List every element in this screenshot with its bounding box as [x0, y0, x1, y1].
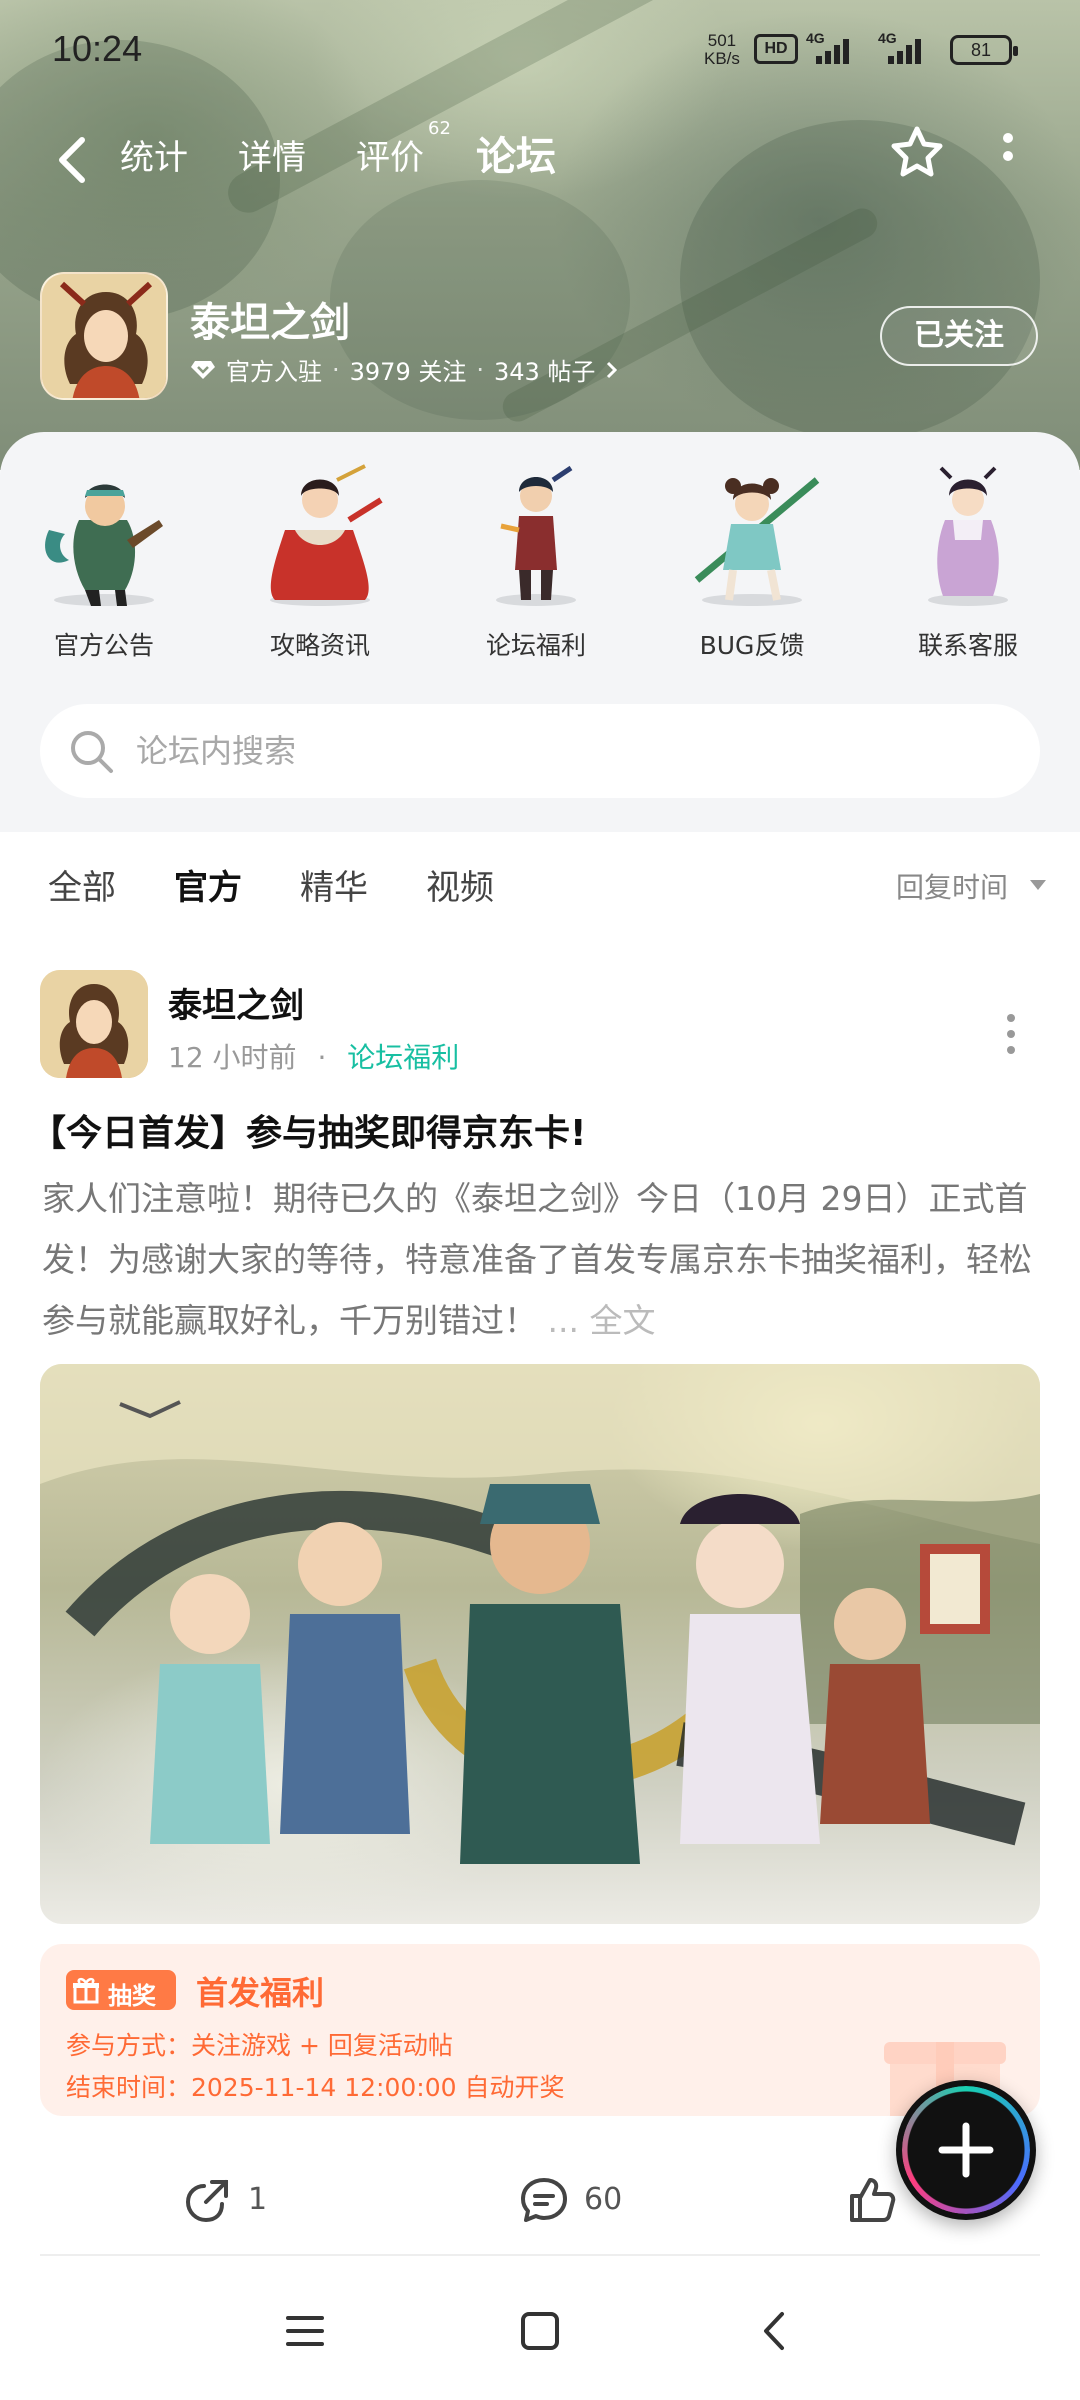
category-label: 联系客服	[917, 631, 1018, 660]
search-icon	[71, 731, 113, 773]
warrior-figure-icon	[45, 484, 163, 606]
back-icon[interactable]	[750, 2306, 800, 2356]
post-card[interactable]: 泰坦之剑 12 小时前 · 论坛福利 【今日首发】参与抽奖即得京东卡! 家人们注…	[0, 932, 1080, 2262]
swordsman-figure-icon	[496, 465, 576, 606]
tab-forum[interactable]: 论坛	[476, 124, 556, 182]
fairy-figure-icon	[928, 466, 1008, 606]
category-label: BUG反馈	[699, 631, 805, 660]
status-time: 10:24	[52, 28, 143, 69]
tab-stats[interactable]: 统计	[120, 130, 188, 179]
girl-spear-figure-icon	[694, 477, 820, 606]
post-title[interactable]: 【今日首发】参与抽奖即得京东卡!	[30, 1104, 586, 1156]
lottery-title: 首发福利	[196, 1974, 325, 2012]
follow-button[interactable]: 已关注	[880, 306, 1038, 366]
filter-tab-featured[interactable]: 精华	[300, 860, 368, 909]
verified-diamond-icon	[191, 360, 215, 379]
menu-icon[interactable]	[280, 2306, 330, 2356]
header-banner: 10:24 501 KB/s HD 4G 4G 81 统计 详情 评价 62 论…	[0, 0, 1080, 470]
plus-icon	[938, 2122, 994, 2178]
top-nav: 统计 详情 评价 62 论坛	[0, 118, 1080, 200]
separator-dot: ·	[317, 1041, 327, 1074]
lottery-badge: 抽奖	[66, 1970, 176, 2010]
gift-icon	[73, 1977, 99, 2004]
filter-tab-all[interactable]: 全部	[48, 860, 116, 909]
post-image[interactable]	[40, 1364, 1040, 1924]
separator-dot: ·	[332, 355, 340, 384]
filter-tab-official[interactable]: 官方	[174, 860, 242, 909]
reviews-count-badge: 62	[428, 118, 451, 139]
share-icon	[185, 2180, 228, 2223]
network-speed: 501 KB/s	[704, 32, 740, 68]
network-speed-unit: KB/s	[704, 49, 740, 68]
post-time: 12 小时前	[168, 1041, 297, 1074]
chevron-right-icon[interactable]	[605, 359, 619, 381]
app-icon	[40, 272, 168, 400]
category-contact-support[interactable]: 联系客服	[878, 460, 1058, 662]
lottery-end-time: 结束时间：2025-11-14 12:00:00 自动开奖	[66, 2073, 565, 2102]
battery-icon: 81	[950, 35, 1018, 65]
sort-dropdown[interactable]: 回复时间	[896, 866, 1008, 906]
game-artwork-image	[40, 1364, 1040, 1864]
comment-count: 60	[584, 2182, 623, 2217]
separator-dot: ·	[476, 355, 484, 384]
thumbs-up-icon	[850, 2178, 896, 2222]
post-body-text: 家人们注意啦！期待已久的《泰坦之剑》今日（10月 29日）正式首发！为感谢大家的…	[42, 1179, 1032, 1340]
post-tag[interactable]: 论坛福利	[347, 1041, 459, 1074]
comment-icon	[521, 2178, 567, 2222]
category-official-notice[interactable]: 官方公告	[14, 460, 194, 662]
create-post-button[interactable]	[896, 2080, 1036, 2220]
back-arrow-icon[interactable]	[52, 134, 96, 186]
author-name[interactable]: 泰坦之剑	[168, 978, 304, 1027]
followers-count: 3979 关注	[349, 358, 467, 386]
app-name: 泰坦之剑	[190, 300, 350, 346]
read-more-link[interactable]: ... 全文	[548, 1301, 656, 1340]
tab-details[interactable]: 详情	[238, 130, 306, 179]
share-count: 1	[248, 2182, 268, 2217]
divider	[40, 2254, 1040, 2256]
post-meta: 12 小时前 · 论坛福利	[168, 1036, 459, 1076]
lady-red-figure-icon	[270, 464, 383, 606]
lottery-card[interactable]: 抽奖 首发福利 参与方式：关注游戏 + 回复活动帖 结束时间：2025-11-1…	[40, 1944, 1040, 2116]
category-forum-benefits[interactable]: 论坛福利	[446, 460, 626, 662]
posts-count[interactable]: 343 帖子	[494, 352, 595, 387]
more-vertical-icon[interactable]	[1000, 128, 1016, 184]
post-more-icon[interactable]	[1006, 1012, 1016, 1056]
post-filter-tabs: 全部 官方 精华 视频 回复时间	[0, 832, 1080, 932]
signal-bars-icon	[816, 38, 849, 64]
app-meta: 官方入驻 · 3979 关注 · 343 帖子	[190, 352, 619, 387]
forum-panel: 官方公告 攻略资讯 论坛福利 BUG反馈 联系客服 论坛内搜索	[0, 432, 1080, 832]
system-navigation-bar	[0, 2262, 1080, 2400]
favorite-star-icon[interactable]	[888, 124, 946, 182]
author-avatar[interactable]	[40, 970, 148, 1078]
status-bar: 10:24 501 KB/s HD 4G 4G 81	[0, 0, 1080, 100]
category-label: 攻略资讯	[269, 631, 370, 660]
dropdown-arrow-icon[interactable]	[1030, 880, 1046, 890]
hd-badge: HD	[754, 34, 798, 64]
search-input[interactable]	[136, 704, 1016, 798]
signal-bars-icon	[888, 38, 921, 64]
category-strategy-news[interactable]: 攻略资讯	[230, 460, 410, 662]
network-speed-value: 501	[707, 31, 737, 50]
post-body[interactable]: 家人们注意啦！期待已久的《泰坦之剑》今日（10月 29日）正式首发！为感谢大家的…	[42, 1168, 1042, 1351]
app-info: 泰坦之剑 官方入驻 · 3979 关注 · 343 帖子 已关注	[40, 272, 1040, 402]
official-label: 官方入驻	[226, 358, 322, 386]
lottery-method: 参与方式：关注游戏 + 回复活动帖	[66, 2031, 453, 2060]
home-square-icon[interactable]	[515, 2306, 565, 2356]
category-bug-feedback[interactable]: BUG反馈	[662, 460, 842, 662]
category-label: 官方公告	[53, 631, 154, 660]
category-label: 论坛福利	[485, 631, 586, 660]
tab-reviews[interactable]: 评价	[356, 130, 424, 179]
filter-tab-video[interactable]: 视频	[426, 860, 494, 909]
forum-search-bar[interactable]	[40, 704, 1040, 798]
